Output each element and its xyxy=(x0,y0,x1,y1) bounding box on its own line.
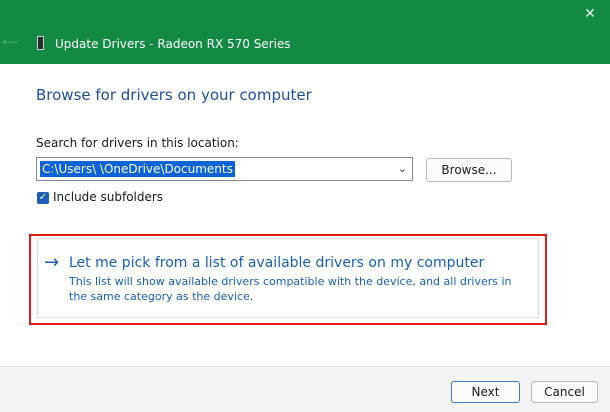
page-heading: Browse for drivers on your computer xyxy=(36,86,312,104)
device-icon xyxy=(37,36,44,50)
cancel-button[interactable]: Cancel xyxy=(531,381,598,403)
search-location-label: Search for drivers in this location: xyxy=(36,136,239,150)
window-title: Update Drivers - Radeon RX 570 Series xyxy=(55,37,291,51)
arrow-right-icon: → xyxy=(44,252,60,273)
pick-from-list-title[interactable]: Let me pick from a list of available dri… xyxy=(69,255,484,271)
back-arrow-icon[interactable]: ⟵ xyxy=(2,35,19,49)
include-subfolders-label[interactable]: Include subfolders xyxy=(53,190,163,204)
browse-button[interactable]: Browse... xyxy=(426,158,512,182)
include-subfolders-checkbox[interactable]: ✓ xyxy=(37,192,49,204)
checkmark-icon: ✓ xyxy=(38,192,48,203)
next-button[interactable]: Next xyxy=(451,381,520,403)
close-icon[interactable]: ✕ xyxy=(582,6,598,22)
pick-from-list-description: This list will show available drivers co… xyxy=(69,275,512,303)
chevron-down-icon[interactable]: ⌄ xyxy=(398,162,407,175)
path-input-value[interactable]: C:\Users\ \OneDrive\Documents xyxy=(40,161,235,177)
title-bar: ✕ ⟵ Update Drivers - Radeon RX 570 Serie… xyxy=(0,0,610,64)
path-combobox[interactable]: C:\Users\ \OneDrive\Documents ⌄ xyxy=(36,157,413,181)
